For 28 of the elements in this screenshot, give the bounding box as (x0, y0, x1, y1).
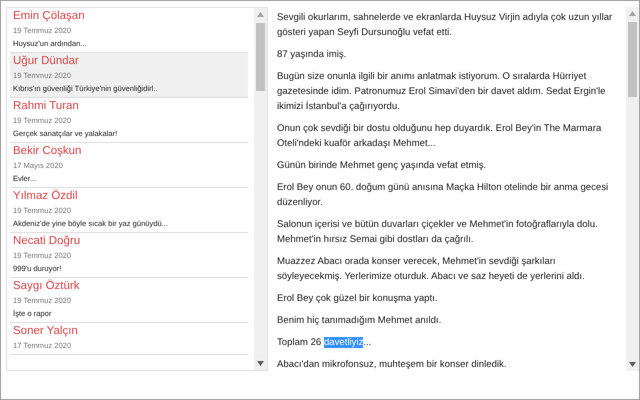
article-paragraph: Toplam 26 davetliyiz... (277, 336, 372, 350)
article-paragraph: Erol Bey onun 60. doğum günü anısına Maçka Hilton otelinde bir anma gecesi düzenliyor. (277, 181, 610, 210)
columnist-name: Uğur Dündar (13, 54, 80, 68)
columnist-name: Rahmi Turan (13, 99, 80, 113)
article-paragraph: Muazzez Abacı orada konser verecek, Mehmet'in sevdiği şarkıları söyleyecekmiş. Yerlerimize oturduk. Abacı ve saz heyeti de yerlerini aldı. (277, 255, 586, 284)
scroll-up-icon[interactable] (257, 12, 264, 17)
scrollbar-thumb[interactable] (628, 22, 637, 97)
scroll-up-icon[interactable] (629, 11, 636, 16)
columnist-name: Bekir Coşkun (13, 144, 82, 158)
article-paragraph: Abacı'dan mikrofonsuz, muhteşem bir konser dinledik. (277, 358, 508, 371)
columnist-name: Emin Çölaşan (13, 9, 86, 23)
scrollbar-thumb[interactable] (256, 23, 265, 91)
columnist-name: Necati Doğru (13, 234, 82, 248)
columnist-name: Yılmaz Özdil (13, 189, 79, 203)
columnist-name: Soner Yalçın (13, 324, 79, 338)
scrollbar[interactable] (254, 8, 267, 370)
article-paragraph: Onun çok sevdiği bir dostu olduğunu hep duyardık. Erol Bey'in The Marmara Oteli'ndeki kuaför arkadaşı Mehmet... (277, 122, 602, 151)
columnist-name: Saygı Öztürk (13, 279, 80, 293)
article-paragraph: Bugün size onunla ilgili bir anımı anlatmak istiyorum. O sıralarda Hürriyet gazetesinde idim. Patronumuz Erol Simavi'den bir davet aldım. Sedat Ergin'le ikimizi İstanbul'a çağırıyordu. (277, 70, 606, 114)
scroll-down-icon[interactable] (629, 362, 636, 367)
article-paragraph: Günün birinde Mehmet genç yaşında vefat etmiş. (277, 159, 488, 173)
article-paragraph: Benim hiç tanımadığım Mehmet anıldı. (277, 314, 442, 328)
article-paragraph: Sevgili okurlarım, sahnelerde ve ekranlarda Huysuz Virjin adıyla çok uzun yıllar gösteri yapan Seyfi Dursunoğlu vefat etti. (277, 11, 614, 40)
article-paragraph: Erol Bey çok güzel bir konuşma yaptı. (277, 292, 439, 306)
article-paragraph: Salonun içerisi ve bütün duvarları çiçekler ve Mehmet'in fotoğraflarıyla dolu. Mehmet'in hırsız Semai gibi dostları da çağrılı. (277, 218, 599, 247)
scrollbar[interactable] (626, 7, 639, 371)
scroll-down-icon[interactable] (257, 361, 264, 366)
article-paragraph: 87 yaşında imiş. (277, 48, 348, 62)
